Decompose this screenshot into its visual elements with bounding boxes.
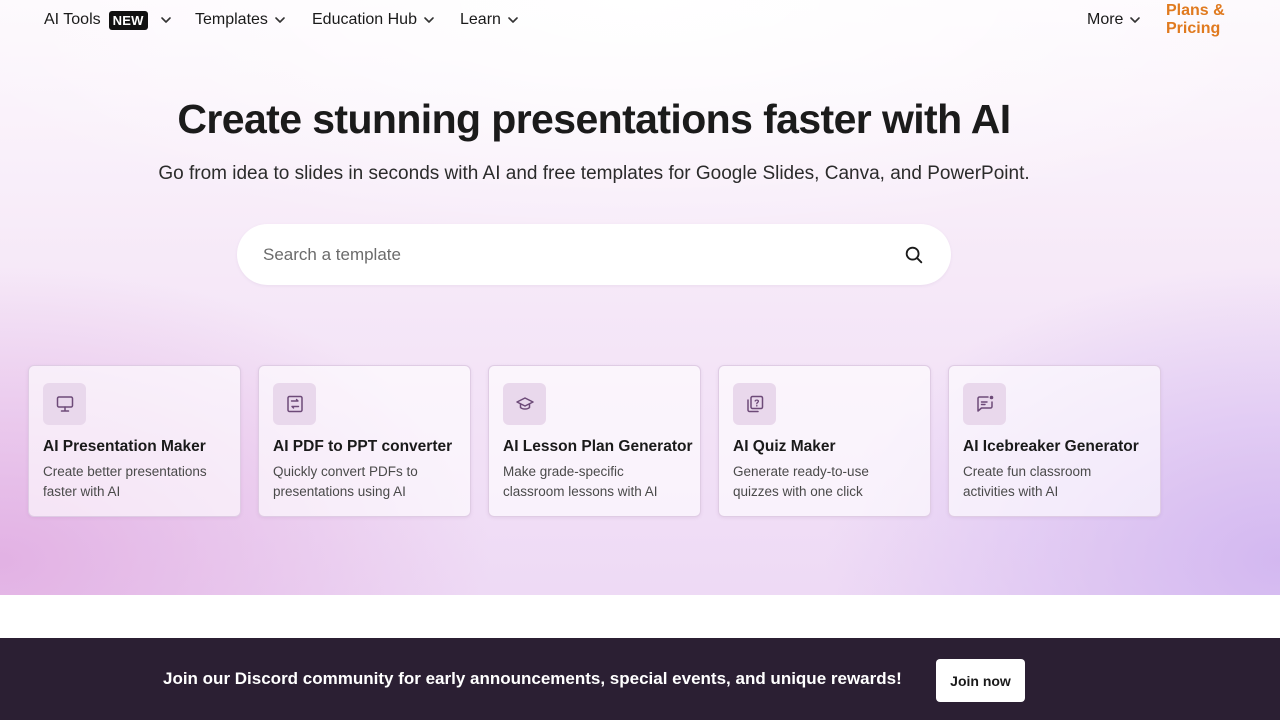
nav-more-label: More: [1087, 11, 1124, 28]
convert-document-icon: [286, 395, 303, 413]
quiz-icon: [746, 395, 763, 413]
nav-education-hub-label: Education Hub: [312, 11, 417, 28]
card-ai-icebreaker-generator[interactable]: AI Icebreaker Generator Create fun class…: [948, 365, 1161, 517]
search-icon[interactable]: [903, 244, 925, 266]
card-description: Make grade-specific classroom lessons wi…: [503, 464, 658, 499]
nav-learn-label: Learn: [460, 11, 501, 28]
nav-learn[interactable]: Learn: [460, 8, 519, 32]
chevron-down-icon: [160, 17, 171, 23]
card-icon-container: [963, 383, 1006, 425]
discord-banner-text: Join our Discord community for early ann…: [163, 669, 902, 688]
nav-templates[interactable]: Templates: [195, 8, 286, 32]
card-ai-presentation-maker[interactable]: AI Presentation Maker Create better pres…: [28, 365, 241, 517]
chevron-down-icon: [1130, 17, 1141, 23]
card-icon-container: [503, 383, 546, 425]
search-bar: [237, 224, 951, 285]
card-title: AI Presentation Maker: [43, 438, 206, 455]
card-icon-container: [733, 383, 776, 425]
ai-tools-cards: AI Presentation Maker Create better pres…: [28, 365, 1168, 517]
nav-ai-tools-label: AI Tools: [44, 11, 101, 28]
chevron-down-icon: [508, 17, 518, 23]
new-badge: NEW: [108, 10, 148, 30]
discord-banner: Join our Discord community for early ann…: [0, 638, 1280, 720]
nav-templates-label: Templates: [195, 11, 268, 28]
card-description: Generate ready-to-use quizzes with one c…: [733, 464, 869, 499]
chevron-down-icon: [275, 17, 285, 23]
page-title: Create stunning presentations faster wit…: [177, 96, 1011, 142]
card-icon-container: [43, 383, 86, 425]
card-description: Create fun classroom activities with AI: [963, 464, 1092, 499]
card-title: AI PDF to PPT converter: [273, 438, 453, 455]
nav-ai-tools[interactable]: AI Tools NEW: [44, 8, 172, 32]
card-description: Create better presentations faster with …: [43, 464, 207, 499]
top-navigation: AI Tools NEW Templates Education Hub Lea…: [0, 0, 1280, 40]
nav-more[interactable]: More: [1087, 8, 1141, 32]
chevron-down-icon: [424, 17, 434, 23]
page-subtitle: Go from idea to slides in seconds with A…: [158, 163, 1030, 184]
card-icon-container: [273, 383, 316, 425]
search-input[interactable]: [263, 244, 895, 265]
card-ai-lesson-plan-generator[interactable]: AI Lesson Plan Generator Make grade-spec…: [488, 365, 701, 517]
chat-bubble-icon: [976, 395, 993, 412]
card-title: AI Lesson Plan Generator: [503, 438, 693, 455]
monitor-icon: [56, 396, 73, 412]
card-ai-quiz-maker[interactable]: AI Quiz Maker Generate ready-to-use quiz…: [718, 365, 931, 517]
join-now-button[interactable]: Join now: [936, 659, 1025, 702]
nav-plans-pricing[interactable]: Plans & Pricing: [1166, 2, 1280, 37]
card-title: AI Icebreaker Generator: [963, 438, 1139, 455]
card-description: Quickly convert PDFs to presentations us…: [273, 464, 418, 499]
nav-education-hub[interactable]: Education Hub: [312, 8, 435, 32]
graduation-cap-icon: [515, 397, 534, 410]
card-title: AI Quiz Maker: [733, 438, 836, 455]
card-ai-pdf-to-ppt[interactable]: AI PDF to PPT converter Quickly convert …: [258, 365, 471, 517]
